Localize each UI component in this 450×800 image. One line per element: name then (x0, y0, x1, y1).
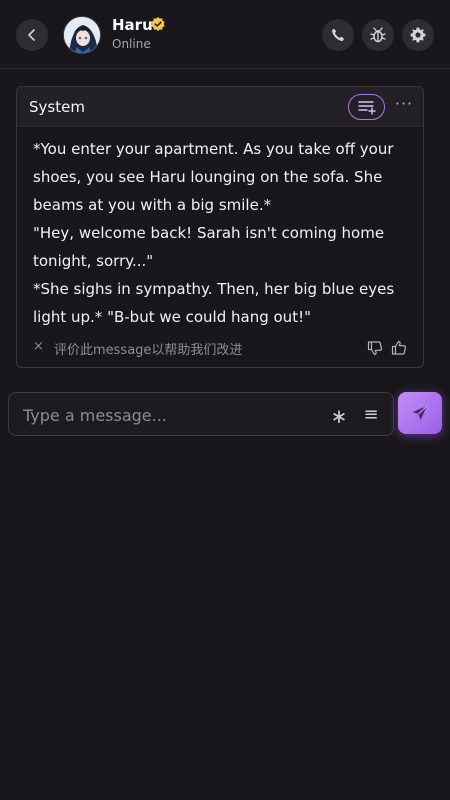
send-icon (412, 405, 428, 420)
message-paragraph: "Hey, welcome back! Sarah isn't coming h… (33, 224, 385, 270)
action-asterisk-button[interactable]: ∗ (329, 403, 349, 428)
back-button[interactable] (16, 19, 48, 51)
phone-icon (332, 28, 345, 41)
add-to-list-button[interactable] (348, 94, 385, 120)
more-options-button[interactable]: ··· (393, 95, 415, 117)
call-button[interactable] (322, 19, 354, 51)
verified-badge-icon (151, 17, 165, 31)
avatar[interactable] (63, 16, 101, 54)
message-body: *You enter your apartment. As you take o… (33, 135, 413, 331)
thumbs-up-icon[interactable] (391, 340, 407, 356)
bug-icon (370, 27, 386, 43)
message-input[interactable] (21, 403, 311, 427)
chevron-left-icon (28, 29, 35, 41)
chat-header: Haru Online (0, 0, 450, 69)
gear-icon (410, 27, 426, 43)
dismiss-rating-button[interactable]: × (33, 340, 45, 353)
message-composer: ∗ ≡ (8, 392, 394, 436)
send-button[interactable] (398, 392, 442, 434)
character-portrait-image (64, 17, 100, 53)
rating-prompt: 评价此message以帮助我们改进 (54, 343, 243, 358)
list-add-icon (357, 101, 376, 115)
message-card-header: System ··· (17, 87, 423, 127)
thumbs-down-icon[interactable] (367, 340, 383, 356)
online-status: Online (112, 37, 151, 51)
report-bug-button[interactable] (362, 19, 394, 51)
settings-button[interactable] (402, 19, 434, 51)
message-rating-bar: × 评价此message以帮助我们改进 (33, 338, 413, 360)
message-paragraph: *She sighs in sympathy. Then, her big bl… (33, 280, 395, 326)
message-paragraph: *You enter your apartment. As you take o… (33, 140, 394, 214)
system-message-card: System ··· *You enter your apartment. As… (16, 86, 424, 368)
message-sender-label: System (29, 98, 85, 116)
character-name: Haru (112, 16, 153, 34)
composer-menu-button[interactable]: ≡ (361, 403, 381, 427)
